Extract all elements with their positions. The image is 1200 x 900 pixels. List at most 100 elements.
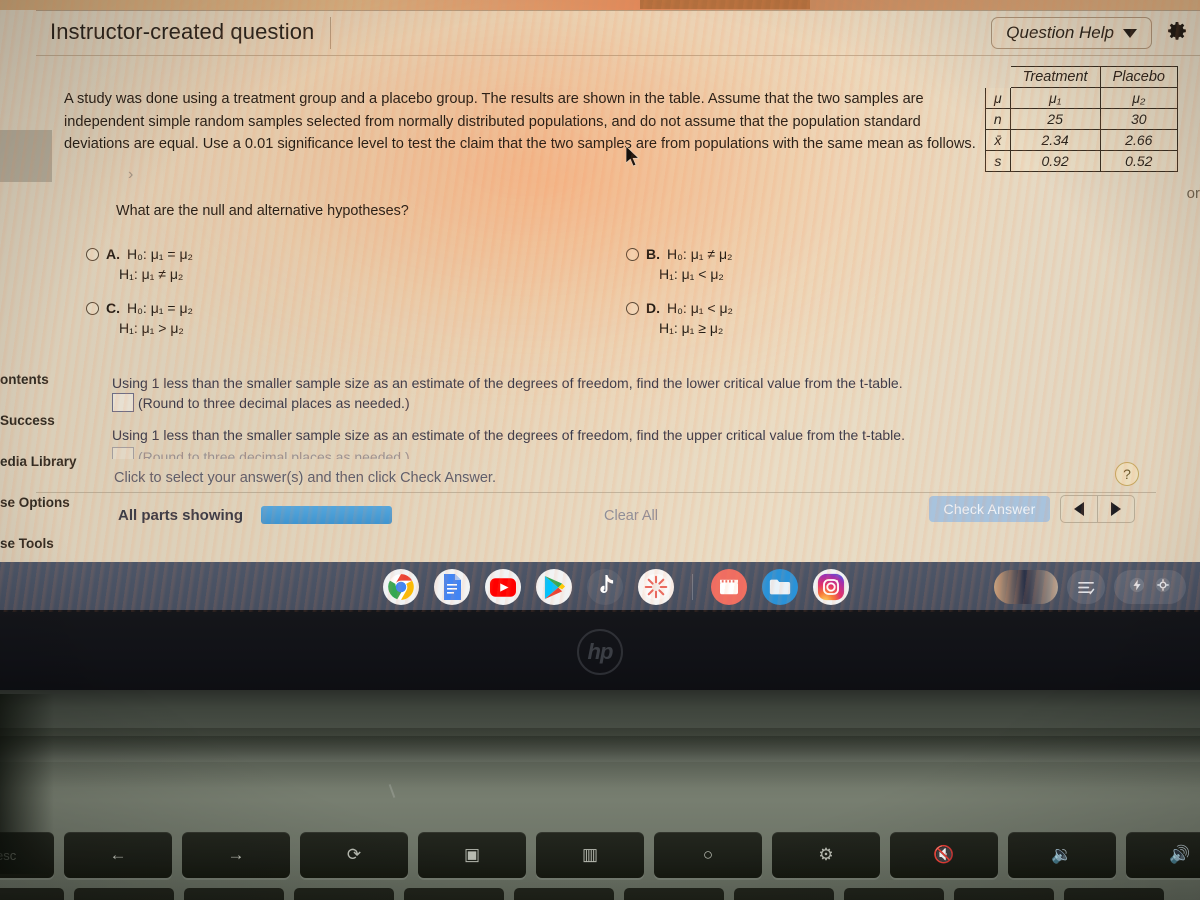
choice-A[interactable]: A. H₀: μ₁ = μ₂ H₁: μ₁ ≠ μ₂ (86, 246, 626, 282)
toolbar-divider (36, 492, 1156, 493)
upper-critical-value-block: Using 1 less than the smaller sample siz… (112, 425, 905, 445)
quick-settings-group[interactable] (1114, 570, 1186, 604)
left-sidebar: ontents Success edia Library se Options … (0, 372, 100, 577)
youtube-icon[interactable] (485, 569, 521, 605)
question-navigation (1060, 495, 1135, 523)
table-row: x̄ 2.34 2.66 (985, 129, 1179, 151)
help-badge-icon[interactable]: ? (1115, 462, 1139, 486)
check-answer-button[interactable]: Check Answer (929, 496, 1050, 522)
key-row2-9[interactable] (844, 888, 944, 900)
cell-s-placebo: 0.52 (1099, 150, 1179, 172)
previous-question-button[interactable] (1061, 496, 1097, 522)
row-label-s: s (985, 150, 1011, 172)
table-header-row: Treatment Placebo (986, 66, 1179, 88)
cell-mu-treatment: μ₁ (1009, 87, 1101, 109)
video-editor-icon[interactable] (711, 569, 747, 612)
upper-critical-value-input[interactable] (112, 447, 134, 459)
key-row2-7[interactable] (624, 888, 724, 900)
lower-critical-value-input[interactable] (112, 393, 134, 412)
key-esc[interactable]: esc (0, 832, 54, 878)
google-docs-icon[interactable] (434, 569, 470, 605)
key-row2-4[interactable] (294, 888, 394, 900)
user-avatar-icon[interactable] (994, 570, 1058, 604)
question-header: Instructor-created question Question Hel… (36, 10, 1200, 56)
cell-s-treatment: 0.92 (1009, 150, 1101, 172)
answer-choices: A. H₀: μ₁ = μ₂ H₁: μ₁ ≠ μ₂ B. H₀: μ₁ ≠ μ… (86, 246, 986, 354)
key-row2-2[interactable] (74, 888, 174, 900)
status-tray-icon[interactable] (1067, 570, 1105, 604)
choice-C[interactable]: C. H₀: μ₁ = μ₂ H₁: μ₁ > μ₂ (86, 300, 626, 336)
google-play-icon[interactable] (536, 569, 572, 605)
sidebar-item-success[interactable]: Success (0, 413, 100, 454)
key-forward[interactable]: → (182, 832, 290, 878)
lower-critical-value-row: (Round to three decimal places as needed… (112, 393, 903, 413)
taskbar-divider (692, 574, 693, 600)
key-volume-up[interactable]: 🔊 (1126, 832, 1200, 878)
key-row2-11[interactable] (1064, 888, 1164, 900)
sparkle-circle-icon[interactable] (638, 569, 674, 605)
key-overview[interactable]: ▥ (536, 832, 644, 878)
key-row2-3[interactable] (184, 888, 284, 900)
lower-critical-value-block: Using 1 less than the smaller sample siz… (112, 373, 903, 413)
upper-critical-value-prompt: Using 1 less than the smaller sample siz… (112, 427, 905, 443)
browser-top-edge (0, 0, 1200, 10)
choice-row-1: A. H₀: μ₁ = μ₂ H₁: μ₁ ≠ μ₂ B. H₀: μ₁ ≠ μ… (86, 246, 986, 300)
photo-scene: Instructor-created question Question Hel… (0, 0, 1200, 900)
key-volume-down[interactable]: 🔉 (1008, 832, 1116, 878)
key-reload[interactable]: ⟳ (300, 832, 408, 878)
parts-progress-bar[interactable] (261, 506, 392, 524)
header-actions: Question Help (991, 17, 1200, 49)
key-brightness-up[interactable]: ⚙ (772, 832, 880, 878)
lower-critical-value-prompt: Using 1 less than the smaller sample siz… (112, 375, 903, 391)
battery-icon (1129, 577, 1145, 598)
next-question-button[interactable] (1097, 496, 1134, 522)
choice-letter-C: C. (106, 300, 120, 316)
triangle-right-icon (1111, 502, 1121, 516)
choice-letter-A: A. (106, 246, 120, 262)
choice-D[interactable]: D. H₀: μ₁ < μ₂ H₁: μ₁ ≥ μ₂ (626, 300, 986, 336)
radio-button-D[interactable] (626, 302, 639, 315)
choice-C-alt: H₁: μ₁ > μ₂ (119, 320, 184, 336)
radio-button-B[interactable] (626, 248, 639, 261)
footer-instruction: Click to select your answer(s) and then … (114, 470, 496, 486)
choice-B-alt: H₁: μ₁ < μ₂ (659, 266, 724, 282)
tiktok-icon[interactable] (587, 569, 623, 605)
quick-settings-icon (1155, 577, 1171, 598)
clear-all-button[interactable]: Clear All (604, 508, 658, 524)
key-row2-6[interactable] (514, 888, 614, 900)
choice-B[interactable]: B. H₀: μ₁ ≠ μ₂ H₁: μ₁ < μ₂ (626, 246, 986, 282)
function-key-row: esc ← → ⟳ ▣ ▥ ○ ⚙ 🔇 🔉 🔊 (0, 832, 1200, 882)
key-row2-8[interactable] (734, 888, 834, 900)
cell-xbar-placebo: 2.66 (1099, 129, 1179, 151)
sidebar-item-media-library[interactable]: edia Library (0, 454, 100, 495)
window-edge-shadow (0, 130, 52, 182)
files-folder-icon[interactable] (762, 569, 798, 612)
table-row: s 0.92 0.52 (985, 150, 1179, 172)
lower-critical-value-hint: (Round to three decimal places as needed… (138, 395, 410, 411)
key-brightness-down[interactable]: ○ (654, 832, 762, 878)
cell-mu-placebo: μ₂ (1099, 87, 1179, 109)
instagram-icon[interactable] (813, 569, 849, 612)
key-row2-5[interactable] (404, 888, 504, 900)
page-title: Instructor-created question (36, 17, 332, 49)
key-fullscreen[interactable]: ▣ (418, 832, 526, 878)
all-parts-showing-label: All parts showing (118, 507, 244, 524)
cell-xbar-treatment: 2.34 (1009, 129, 1101, 151)
edge-clipped-text: or (1186, 185, 1200, 202)
column-header-treatment: Treatment (1009, 66, 1101, 88)
key-back[interactable]: ← (64, 832, 172, 878)
sidebar-item-contents[interactable]: ontents (0, 372, 100, 413)
key-mute[interactable]: 🔇 (890, 832, 998, 878)
chrome-icon[interactable] (383, 569, 419, 612)
radio-button-C[interactable] (86, 302, 99, 315)
cell-n-treatment: 25 (1009, 108, 1101, 130)
radio-button-A[interactable] (86, 248, 99, 261)
question-help-button[interactable]: Question Help (991, 17, 1152, 49)
column-header-placebo: Placebo (1099, 66, 1179, 88)
key-row2-10[interactable] (954, 888, 1054, 900)
row-label-mu: μ (985, 87, 1011, 109)
chevron-right-icon[interactable]: › (128, 166, 133, 184)
choice-letter-D: D. (646, 300, 660, 316)
key-row2-1[interactable] (0, 888, 64, 900)
gear-icon[interactable] (1164, 20, 1190, 46)
